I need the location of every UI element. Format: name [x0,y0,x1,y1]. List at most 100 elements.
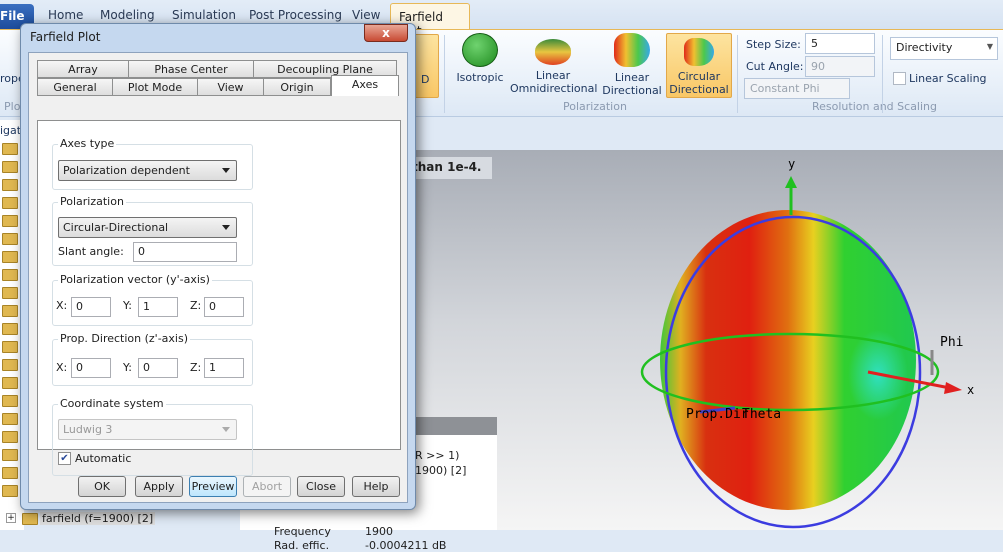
plot-group-label-partial: Plo [4,100,21,113]
polarization-group: Polarization Circular-Directional Slant … [52,195,253,266]
x-label: X: [56,361,68,374]
prop-dir-y-input[interactable]: 0 [138,358,178,378]
linear-omni-label: Linear Omnidirectional [510,69,598,95]
tree-item-farfield[interactable]: farfield (f=1900) [2] [40,512,156,525]
rad-effic-label: Rad. effic. [274,539,330,552]
y-label: Y: [123,299,132,312]
quantity-select[interactable]: Directivity ▼ [890,37,998,60]
linear-omnidirectional-button[interactable]: Linear Omnidirectional [510,33,598,95]
folder-icon [2,431,18,443]
resolution-group-label: Resolution and Scaling [812,100,938,113]
folder-icon [2,341,18,353]
pol-vector-z-input[interactable]: 0 [204,297,244,317]
frequency-value: 1900 [365,525,393,538]
cut-type-select[interactable]: Constant Phi [744,78,850,99]
tab-phase-center[interactable]: Phase Center [128,60,254,78]
tab-simulation[interactable]: Simulation [172,8,236,22]
tab-home[interactable]: Home [48,8,83,22]
farfield-plot-dialog: Farfield Plot x Array Phase Center Decou… [20,23,416,510]
preview-button[interactable]: Preview [189,476,237,497]
prop-direction-label: Prop. Direction (z'-axis) [58,332,191,345]
folder-icon [2,161,18,173]
polarization-vector-group: Polarization vector (y'-axis) X: 0 Y: 1 … [52,273,253,326]
help-button[interactable]: Help [352,476,400,497]
folder-icon [2,395,18,407]
circular-directional-button[interactable]: Circular Directional [666,33,732,98]
3d-label: D [421,73,430,86]
folder-icon [2,197,18,209]
folder-icon [2,269,18,281]
expand-icon[interactable]: + [6,513,16,523]
folder-icon [2,413,18,425]
tab-array[interactable]: Array [37,60,129,78]
pol-vector-x-input[interactable]: 0 [71,297,111,317]
tab-axes[interactable]: Axes [331,75,399,96]
axes-type-label: Axes type [58,137,117,150]
automatic-checkbox[interactable]: ✔ [58,452,71,465]
isotropic-label: Isotropic [456,71,504,84]
globe-icon [462,33,498,67]
chevron-down-icon [222,225,230,230]
z-label: Z: [190,299,202,312]
cut-angle-input[interactable]: 90 [805,56,875,77]
axes-type-value: Polarization dependent [63,164,190,177]
y-axis-label: y [788,157,795,171]
polarization-select[interactable]: Circular-Directional [58,217,237,238]
automatic-label: Automatic [75,452,132,465]
tab-plot-mode[interactable]: Plot Mode [112,78,198,96]
info-line: 1900) [2] [415,464,467,477]
folder-icon [2,305,18,317]
info-line: R >> 1) [415,449,460,462]
folder-icon [2,287,18,299]
tab-origin[interactable]: Origin [263,78,331,96]
folder-icon [22,513,38,525]
slant-angle-input[interactable]: 0 [133,242,237,262]
3d-plot-button[interactable]: D [412,34,439,98]
close-button[interactable]: Close [297,476,345,497]
folder-icon [2,143,18,155]
folder-icon [2,233,18,245]
folder-icon [2,449,18,461]
folder-icon [2,359,18,371]
linear-scaling-checkbox[interactable] [893,72,906,85]
tab-view[interactable]: View [352,8,380,22]
theta-label: Theta [742,407,781,422]
dialog-title: Farfield Plot [30,30,101,44]
tab-post-processing[interactable]: Post Processing [249,8,342,22]
omni-pattern-icon [535,39,571,65]
y-arrow-head [785,176,797,188]
prop-dir-x-input[interactable]: 0 [71,358,111,378]
ok-button[interactable]: OK [78,476,126,497]
phi-label: Phi [940,335,963,350]
folder-icon [2,467,18,479]
apply-button[interactable]: Apply [135,476,183,497]
abort-button[interactable]: Abort [243,476,291,497]
axes-type-select[interactable]: Polarization dependent [58,160,237,181]
folder-icon [2,251,18,263]
polarization-vector-label: Polarization vector (y'-axis) [58,273,212,286]
circular-directional-label: Circular Directional [669,70,729,96]
x-arrow-head [944,382,962,394]
rad-effic-value: -0.0004211 dB [365,539,447,552]
folder-icon [2,215,18,227]
cut-angle-label: Cut Angle: [746,60,804,73]
isotropic-button[interactable]: Isotropic [452,33,508,84]
prop-dir-z-input[interactable]: 1 [204,358,244,378]
tab-general[interactable]: General [37,78,113,96]
linear-directional-button[interactable]: Linear Directional [600,33,664,97]
z-label: Z: [190,361,202,374]
linear-directional-label: Linear Directional [602,71,662,97]
chevron-down-icon: ▼ [986,42,993,51]
linear-scaling-label: Linear Scaling [909,72,987,85]
step-size-input[interactable]: 5 [805,33,875,54]
polarization-label: Polarization [58,195,126,208]
folder-icon [2,323,18,335]
axes-type-group: Axes type Polarization dependent [52,137,253,190]
polarization-value: Circular-Directional [63,221,169,234]
tab-modeling[interactable]: Modeling [100,8,155,22]
pol-vector-y-input[interactable]: 1 [138,297,178,317]
tab-view[interactable]: View [197,78,264,96]
chevron-down-icon [222,427,230,432]
coordinate-system-select[interactable]: Ludwig 3 [58,419,237,440]
close-icon[interactable]: x [364,24,408,42]
